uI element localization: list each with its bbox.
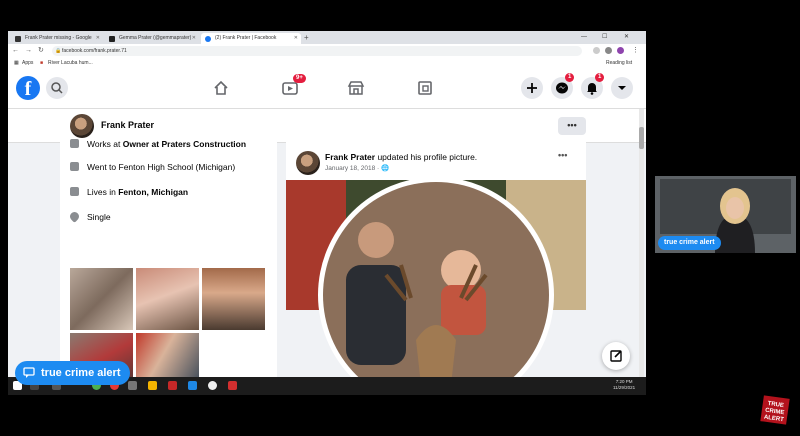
apps-icon[interactable]: ▦ [14,58,19,69]
bookmark-apps[interactable]: Apps [22,58,33,69]
tab-instagram[interactable]: Gemma Prater (@gemmaprater) ✕ [105,33,199,44]
taskbar-clock[interactable]: 7:20 PM 11/29/2021 [613,379,635,391]
tab-google[interactable]: Frank Prater missing - Google ✕ [11,33,103,44]
search-button[interactable] [46,77,68,99]
tab-facebook[interactable]: (2) Frank Prater | Facebook ✕ [201,33,301,44]
facebook-logo[interactable]: f [16,76,40,100]
app-icon[interactable] [168,381,177,390]
intro-work: Works at Owner at Praters Construction [70,139,246,149]
post-header: Frank Prater updated his profile picture… [325,152,478,162]
file-explorer-icon[interactable] [148,381,157,390]
briefcase-icon [70,139,79,148]
bookmark-icon: ■ [40,60,44,66]
heart-icon [68,210,81,223]
address-bar-row: ← → ↻ 🔒 facebook.com/frank.prater.71 ⋮ [8,44,646,58]
app-icon[interactable] [128,381,137,390]
graduation-cap-icon [70,162,79,171]
photo-thumbnail[interactable] [136,268,199,330]
close-window-icon[interactable]: ✕ [624,32,629,43]
lock-icon: 🔒 [55,48,62,54]
marketplace-icon[interactable] [346,78,366,98]
intro-relationship: Single [68,210,111,223]
close-icon[interactable]: ✕ [294,33,298,44]
photo-thumbnail[interactable] [202,268,265,330]
new-tab-button[interactable]: + [304,32,309,43]
app-icon[interactable] [188,381,197,390]
tab-favicon-icon [15,36,21,42]
scrollbar-thumb[interactable] [639,127,644,149]
profile-photo-image [286,180,586,395]
create-button[interactable] [521,77,543,99]
true-crime-alert-banner: true crime alert [15,361,131,385]
search-icon [51,82,63,94]
facebook-header: f 9+ 1 1 [8,69,646,109]
star-icon[interactable] [593,47,600,54]
extension-icon[interactable] [605,47,612,54]
profile-avatar-icon[interactable] [617,47,624,54]
new-message-button[interactable] [602,342,630,370]
profile-more-button[interactable]: ••• [558,117,586,135]
caret-down-icon [618,86,626,90]
chat-bubble-icon [23,367,35,378]
facebook-favicon-icon [205,36,211,42]
close-icon[interactable]: ✕ [96,33,100,44]
profile-bar: Frank Prater ••• [8,109,646,143]
app-icon[interactable] [208,381,217,390]
profile-name[interactable]: Frank Prater [101,120,154,130]
profile-picture-post: Frank Prater updated his profile picture… [286,142,586,395]
post-more-button[interactable]: ••• [558,150,567,160]
reload-icon[interactable]: ↻ [38,46,44,56]
avatar[interactable] [70,114,94,138]
home-icon[interactable] [211,78,231,98]
bookmark-item[interactable]: River Lacuba hum... [48,58,93,69]
intro-school: Went to Fenton High School (Michigan) [70,162,235,172]
back-icon[interactable]: ← [12,46,19,56]
kebab-menu-icon[interactable]: ⋮ [632,46,639,56]
true-crime-alert-cam-label: true crime alert [658,236,721,250]
reading-list[interactable]: Reading list [606,58,632,69]
minimize-icon[interactable]: — [581,32,587,43]
forward-icon[interactable]: → [25,46,32,56]
office-icon[interactable] [228,381,237,390]
house-icon [70,187,79,196]
tab-favicon-icon [109,36,115,42]
photo-thumbnail[interactable] [70,268,133,330]
plus-icon [527,83,537,93]
watch-badge: 9+ [293,74,306,83]
compose-icon [610,350,622,362]
gaming-icon[interactable] [415,78,435,98]
post-avatar[interactable] [296,151,320,175]
globe-icon: 🌐 [381,165,390,172]
true-crime-alert-logo: TRUE CRIME ALERT [760,395,790,425]
intro-lives: Lives in Fenton, Michigan [70,187,188,197]
post-photo[interactable] [286,180,586,395]
intro-card: Works at Owner at Praters Construction W… [60,139,277,395]
post-date: January 18, 2018 · 🌐 [325,165,390,172]
scrollbar-track[interactable] [639,109,644,395]
screen-capture: Frank Prater missing - Google ✕ Gemma Pr… [8,31,646,395]
maximize-icon[interactable]: ☐ [602,32,607,43]
close-icon[interactable]: ✕ [192,33,196,44]
url-field[interactable]: 🔒 facebook.com/frank.prater.71 [52,46,582,56]
browser-tab-bar: Frank Prater missing - Google ✕ Gemma Pr… [8,31,646,44]
account-menu-button[interactable] [611,77,633,99]
